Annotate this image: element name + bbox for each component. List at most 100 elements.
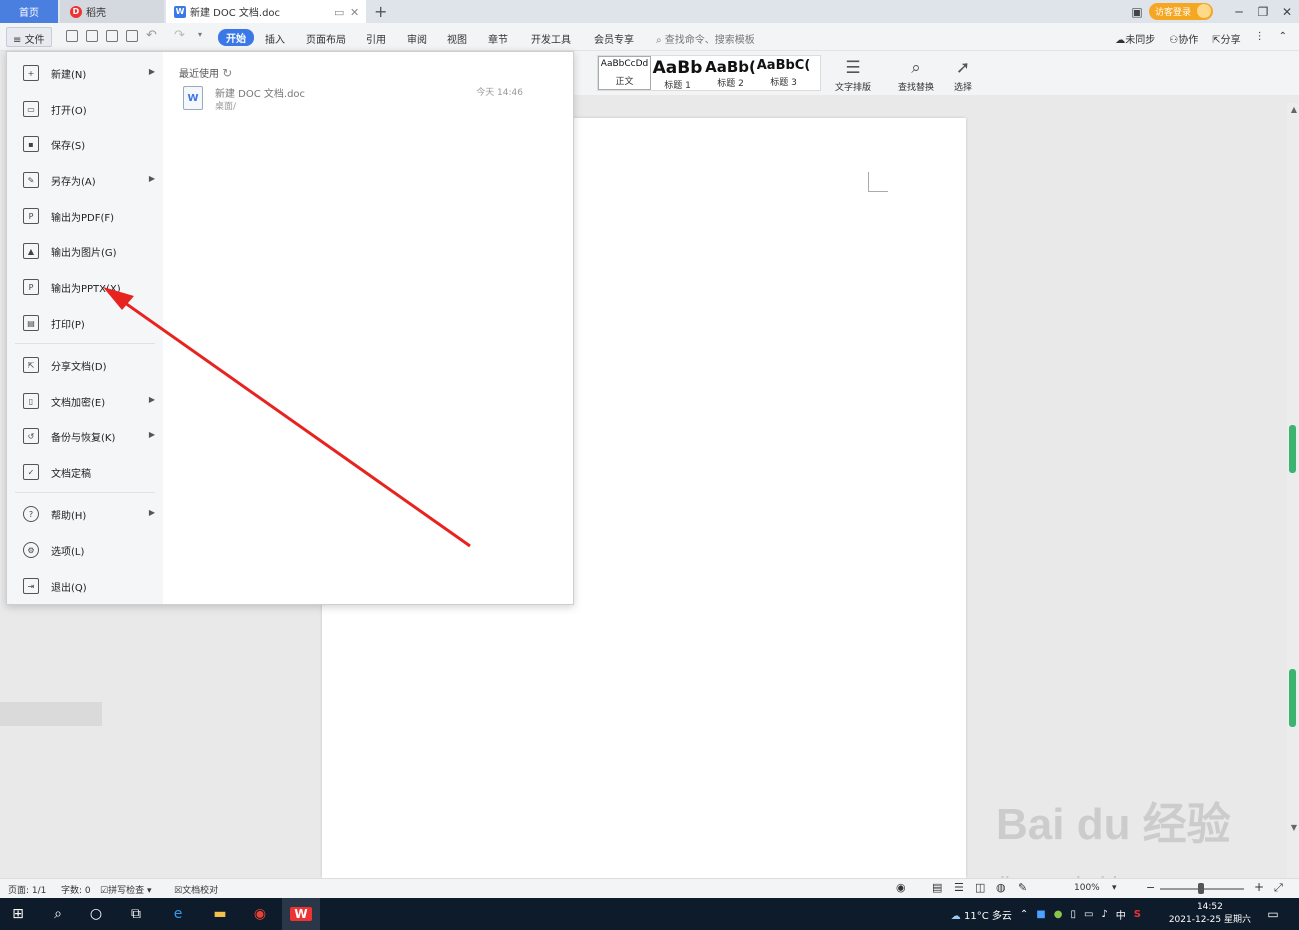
pin-icon[interactable]: ▭ [334, 6, 344, 19]
tab-developer[interactable]: 开发工具 [531, 31, 571, 46]
new-tab-icon[interactable]: + [374, 2, 387, 21]
tray-expand-icon[interactable]: ⌃ [1020, 909, 1028, 920]
restore-icon[interactable]: ❐ [1251, 5, 1275, 19]
undo-icon[interactable]: ↶ [146, 28, 157, 43]
recent-file-item[interactable]: W 新建 DOC 文档.doc 桌面/ 今天 14:46 [183, 84, 523, 114]
file-explorer-icon[interactable]: ▬ [210, 904, 230, 924]
tray-app-icon[interactable]: ● [1054, 909, 1063, 920]
style-heading-3[interactable]: AaBbC( 标题 3 [757, 56, 810, 90]
tab-references[interactable]: 引用 [366, 31, 386, 46]
tab-home[interactable]: 首页 [0, 0, 58, 23]
tab-view[interactable]: 视图 [447, 31, 467, 46]
ie-browser-icon[interactable]: e [168, 904, 188, 924]
tab-daoke[interactable]: D 稻壳 [60, 0, 164, 23]
save-quick-icon[interactable] [66, 30, 78, 42]
select-button[interactable]: ➚ 选择 [954, 56, 972, 93]
ime-indicator[interactable]: 中 [1116, 907, 1126, 922]
recent-title-label: 最近使用 [179, 69, 219, 80]
zoom-minus-icon[interactable]: − [1146, 881, 1155, 894]
scroll-down-icon[interactable]: ▼ [1291, 823, 1297, 832]
web-view-icon[interactable]: ◍ [996, 881, 1006, 894]
style-heading-1[interactable]: AaBb 标题 1 [651, 56, 704, 90]
page-view-icon[interactable]: ▤ [932, 881, 942, 894]
close-window-icon[interactable]: ✕ [1275, 5, 1299, 19]
proofread-button[interactable]: ☒文档校对 [174, 883, 218, 896]
menu-item-export-image[interactable]: ▲ 输出为图片(G) [7, 234, 163, 268]
spell-check-button[interactable]: ☑拼写检查 ▾ [100, 883, 151, 896]
export-quick-icon[interactable] [86, 30, 98, 42]
menu-item-share[interactable]: ⇱ 分享文档(D) [7, 348, 163, 382]
scroll-thumb[interactable] [1289, 425, 1296, 473]
menu-item-new[interactable]: + 新建(N) ▶ [7, 56, 163, 90]
tab-start[interactable]: 开始 [218, 29, 254, 46]
menu-item-print[interactable]: ▤ 打印(P) [7, 306, 163, 340]
weather-widget[interactable]: ☁ 11°C 多云 [951, 907, 1012, 922]
menu-item-label: 保存(S) [51, 140, 86, 152]
cortana-icon[interactable]: ○ [86, 904, 106, 924]
fullscreen-icon[interactable]: ⤢ [1274, 881, 1283, 895]
menu-item-export-pdf[interactable]: P 输出为PDF(F) [7, 199, 163, 233]
menu-item-options[interactable]: ⚙ 选项(L) [7, 533, 163, 567]
minimize-icon[interactable]: ─ [1227, 5, 1251, 19]
style-heading-2[interactable]: AaBb( 标题 2 [704, 56, 757, 90]
sync-button[interactable]: ☁未同步 [1115, 31, 1155, 46]
volume-icon[interactable]: ♪ [1101, 909, 1107, 920]
chrome-icon[interactable]: ◉ [250, 904, 270, 924]
menu-item-save[interactable]: ▪ 保存(S) [7, 127, 163, 161]
zoom-slider-handle[interactable] [1198, 883, 1204, 894]
task-view-icon[interactable]: ⧉ [126, 904, 146, 924]
vertical-scrollbar[interactable]: ▲ ▼ [1287, 103, 1299, 878]
scroll-up-icon[interactable]: ▲ [1291, 105, 1297, 114]
tab-member[interactable]: 会员专享 [594, 31, 634, 46]
menu-item-exit[interactable]: ⇥ 退出(Q) [7, 569, 163, 603]
menu-item-backup[interactable]: ↺ 备份与恢复(K) ▶ [7, 419, 163, 453]
network-icon[interactable]: ▭ [1084, 909, 1093, 920]
page-count[interactable]: 页面: 1/1 [8, 883, 46, 896]
menu-item-finalize[interactable]: ✓ 文档定稿 [7, 455, 163, 489]
collab-button[interactable]: ⚇协作 [1169, 31, 1198, 46]
word-count[interactable]: 字数: 0 [61, 883, 91, 896]
write-view-icon[interactable]: ✎ [1018, 881, 1027, 894]
taskbar-clock[interactable]: 14:52 2021-12-25 星期六 [1169, 901, 1251, 927]
eye-protect-icon[interactable]: ◉ [896, 881, 906, 894]
layout-icon[interactable]: ▣ [1125, 5, 1149, 19]
preview-quick-icon[interactable] [126, 30, 138, 42]
notification-icon[interactable]: ▭ [1263, 904, 1283, 924]
redo-icon[interactable]: ↷ [174, 28, 185, 43]
battery-icon[interactable]: ▯ [1070, 909, 1076, 920]
search-icon[interactable]: ⌕ [48, 904, 68, 924]
sogou-ime-icon[interactable]: S [1134, 909, 1141, 920]
windows-start-icon[interactable]: ⊞ [8, 904, 28, 924]
text-layout-button[interactable]: ☰ 文字排版 [835, 56, 871, 93]
file-menu-button[interactable]: ≡ 文件 [6, 27, 52, 47]
tab-page-layout[interactable]: 页面布局 [306, 31, 346, 46]
more-icon[interactable]: ⋮ [1255, 31, 1265, 46]
menu-item-encrypt[interactable]: ▯ 文档加密(E) ▶ [7, 384, 163, 418]
zoom-plus-icon[interactable]: + [1254, 880, 1264, 894]
outline-view-icon[interactable]: ☰ [954, 881, 964, 894]
tab-review[interactable]: 审阅 [407, 31, 427, 46]
guest-login-button[interactable]: 访客登录 [1148, 3, 1213, 20]
refresh-icon[interactable]: ↻ [222, 66, 232, 80]
menu-item-help[interactable]: ? 帮助(H) ▶ [7, 497, 163, 531]
tray-app-icon[interactable]: ■ [1036, 909, 1045, 920]
command-search[interactable]: ⌕ 查找命令、搜索模板 [656, 31, 755, 46]
menu-item-open[interactable]: ▭ 打开(O) [7, 92, 163, 126]
wps-taskbar-icon[interactable]: W [282, 898, 320, 930]
tab-insert[interactable]: 插入 [265, 31, 285, 46]
tab-document[interactable]: W 新建 DOC 文档.doc ▭ ✕ [166, 0, 366, 23]
scroll-thumb-secondary[interactable] [1289, 669, 1296, 727]
zoom-out-icon[interactable]: ▾ [1112, 883, 1117, 893]
share-button[interactable]: ⇱分享 [1212, 31, 1240, 46]
menu-item-export-pptx[interactable]: P 输出为PPTX(X) [7, 270, 163, 304]
zoom-level[interactable]: 100% [1074, 883, 1100, 893]
close-tab-icon[interactable]: ✕ [350, 6, 359, 19]
collapse-ribbon-icon[interactable]: ⌃ [1279, 31, 1287, 46]
more-quick-icon[interactable]: ▾ [198, 30, 202, 39]
print-quick-icon[interactable] [106, 30, 118, 42]
find-replace-button[interactable]: ⌕ 查找替换 [898, 56, 934, 93]
reading-view-icon[interactable]: ◫ [975, 881, 985, 894]
style-normal[interactable]: AaBbCcDd 正文 [598, 56, 651, 90]
menu-item-save-as[interactable]: ✎ 另存为(A) ▶ [7, 163, 163, 197]
tab-chapter[interactable]: 章节 [488, 31, 508, 46]
